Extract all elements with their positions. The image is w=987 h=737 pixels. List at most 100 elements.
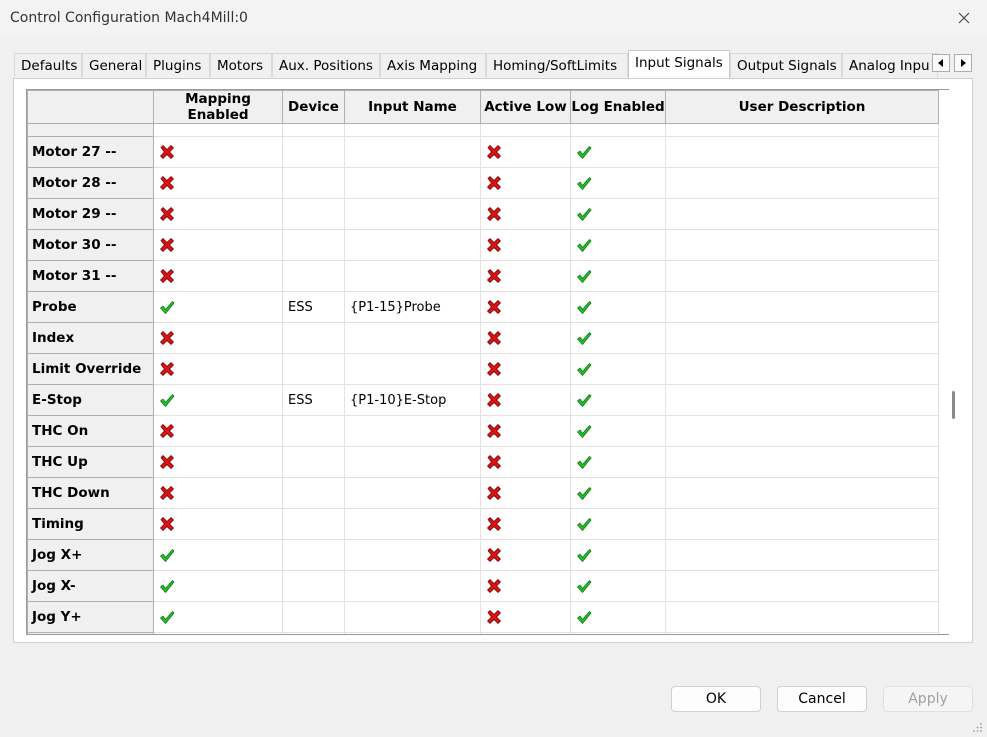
tab-defaults[interactable]: Defaults bbox=[14, 53, 82, 77]
mapping-enabled-cell[interactable] bbox=[153, 198, 283, 230]
device-cell[interactable] bbox=[282, 601, 345, 633]
input-name-cell[interactable] bbox=[344, 446, 481, 478]
mapping-enabled-cell[interactable] bbox=[153, 322, 283, 354]
active-low-cell[interactable] bbox=[480, 198, 571, 230]
log-enabled-cell[interactable] bbox=[570, 508, 666, 540]
table-row[interactable]: Motor 27 -- bbox=[27, 136, 939, 168]
active-low-cell[interactable] bbox=[480, 384, 571, 416]
table-row[interactable]: Index bbox=[27, 322, 939, 354]
active-low-cell[interactable] bbox=[480, 322, 571, 354]
active-low-cell[interactable] bbox=[480, 260, 571, 292]
user-description-cell[interactable] bbox=[665, 353, 939, 385]
tab-homing-softlimits[interactable]: Homing/SoftLimits bbox=[486, 53, 628, 77]
active-low-cell[interactable] bbox=[480, 229, 571, 261]
log-enabled-cell[interactable] bbox=[570, 539, 666, 571]
active-low-cell[interactable] bbox=[480, 477, 571, 509]
mapping-enabled-cell[interactable] bbox=[153, 415, 283, 447]
log-enabled-cell[interactable] bbox=[570, 291, 666, 323]
column-header-log-enabled[interactable]: Log Enabled bbox=[570, 90, 666, 124]
table-row[interactable]: Motor 30 -- bbox=[27, 229, 939, 261]
user-description-cell[interactable] bbox=[665, 260, 939, 292]
active-low-cell[interactable] bbox=[480, 446, 571, 478]
log-enabled-cell[interactable] bbox=[570, 353, 666, 385]
close-button[interactable] bbox=[941, 0, 987, 36]
tab-plugins[interactable]: Plugins bbox=[146, 53, 210, 77]
device-cell[interactable] bbox=[282, 322, 345, 354]
log-enabled-cell[interactable] bbox=[570, 570, 666, 602]
active-low-cell[interactable] bbox=[480, 415, 571, 447]
table-row[interactable]: Jog Y+ bbox=[27, 601, 939, 633]
input-name-cell[interactable] bbox=[344, 198, 481, 230]
active-low-cell[interactable] bbox=[480, 601, 571, 633]
input-name-cell[interactable]: {P1-10}E-Stop bbox=[344, 384, 481, 416]
column-header-input-name[interactable]: Input Name bbox=[344, 90, 481, 124]
log-enabled-cell[interactable] bbox=[570, 229, 666, 261]
device-cell[interactable] bbox=[282, 353, 345, 385]
input-name-cell[interactable] bbox=[344, 229, 481, 261]
device-cell[interactable] bbox=[282, 260, 345, 292]
user-description-cell[interactable] bbox=[665, 291, 939, 323]
tab-general[interactable]: General bbox=[82, 53, 146, 77]
tab-axis-mapping[interactable]: Axis Mapping bbox=[380, 53, 486, 77]
scrollbar-thumb[interactable] bbox=[952, 391, 955, 419]
device-cell[interactable] bbox=[282, 570, 345, 602]
input-name-cell[interactable] bbox=[344, 167, 481, 199]
user-description-cell[interactable] bbox=[665, 570, 939, 602]
active-low-cell[interactable] bbox=[480, 167, 571, 199]
log-enabled-cell[interactable] bbox=[570, 601, 666, 633]
input-name-cell[interactable] bbox=[344, 477, 481, 509]
input-name-cell[interactable] bbox=[344, 601, 481, 633]
log-enabled-cell[interactable] bbox=[570, 446, 666, 478]
log-enabled-cell[interactable] bbox=[570, 167, 666, 199]
mapping-enabled-cell[interactable] bbox=[153, 601, 283, 633]
user-description-cell[interactable] bbox=[665, 136, 939, 168]
user-description-cell[interactable] bbox=[665, 446, 939, 478]
input-name-cell[interactable] bbox=[344, 415, 481, 447]
user-description-cell[interactable] bbox=[665, 198, 939, 230]
device-cell[interactable]: ESS bbox=[282, 384, 345, 416]
table-row[interactable]: THC On bbox=[27, 415, 939, 447]
mapping-enabled-cell[interactable] bbox=[153, 229, 283, 261]
user-description-cell[interactable] bbox=[665, 415, 939, 447]
active-low-cell[interactable] bbox=[480, 353, 571, 385]
mapping-enabled-cell[interactable] bbox=[153, 291, 283, 323]
ok-button[interactable]: OK bbox=[671, 686, 761, 712]
device-cell[interactable] bbox=[282, 446, 345, 478]
input-name-cell[interactable] bbox=[344, 539, 481, 571]
input-name-cell[interactable]: {P1-15}Probe bbox=[344, 291, 481, 323]
active-low-cell[interactable] bbox=[480, 136, 571, 168]
device-cell[interactable] bbox=[282, 539, 345, 571]
tab-scroll-left-button[interactable] bbox=[932, 54, 950, 72]
table-row[interactable]: Motor 28 -- bbox=[27, 167, 939, 199]
device-cell[interactable] bbox=[282, 198, 345, 230]
column-header-mapping-enabled[interactable]: Mapping Enabled bbox=[153, 90, 283, 124]
user-description-cell[interactable] bbox=[665, 384, 939, 416]
column-header-active-low[interactable]: Active Low bbox=[480, 90, 571, 124]
log-enabled-cell[interactable] bbox=[570, 136, 666, 168]
mapping-enabled-cell[interactable] bbox=[153, 167, 283, 199]
log-enabled-cell[interactable] bbox=[570, 198, 666, 230]
tab-scroll-right-button[interactable] bbox=[954, 54, 972, 72]
table-row[interactable]: THC Down bbox=[27, 477, 939, 509]
mapping-enabled-cell[interactable] bbox=[153, 570, 283, 602]
active-low-cell[interactable] bbox=[480, 539, 571, 571]
tab-aux-positions[interactable]: Aux. Positions bbox=[272, 53, 380, 77]
table-row[interactable]: Limit Override bbox=[27, 353, 939, 385]
device-cell[interactable] bbox=[282, 167, 345, 199]
apply-button[interactable]: Apply bbox=[883, 686, 973, 712]
mapping-enabled-cell[interactable] bbox=[153, 539, 283, 571]
input-name-cell[interactable] bbox=[344, 260, 481, 292]
mapping-enabled-cell[interactable] bbox=[153, 136, 283, 168]
cancel-button[interactable]: Cancel bbox=[777, 686, 867, 712]
input-name-cell[interactable] bbox=[344, 570, 481, 602]
active-low-cell[interactable] bbox=[480, 291, 571, 323]
input-name-cell[interactable] bbox=[344, 508, 481, 540]
table-row[interactable]: THC Up bbox=[27, 446, 939, 478]
input-name-cell[interactable] bbox=[344, 322, 481, 354]
mapping-enabled-cell[interactable] bbox=[153, 260, 283, 292]
table-row[interactable]: Jog X+ bbox=[27, 539, 939, 571]
tab-motors[interactable]: Motors bbox=[210, 53, 272, 77]
device-cell[interactable] bbox=[282, 477, 345, 509]
table-row[interactable]: Probe ESS {P1-15}Probe bbox=[27, 291, 939, 323]
table-row[interactable]: Jog X- bbox=[27, 570, 939, 602]
